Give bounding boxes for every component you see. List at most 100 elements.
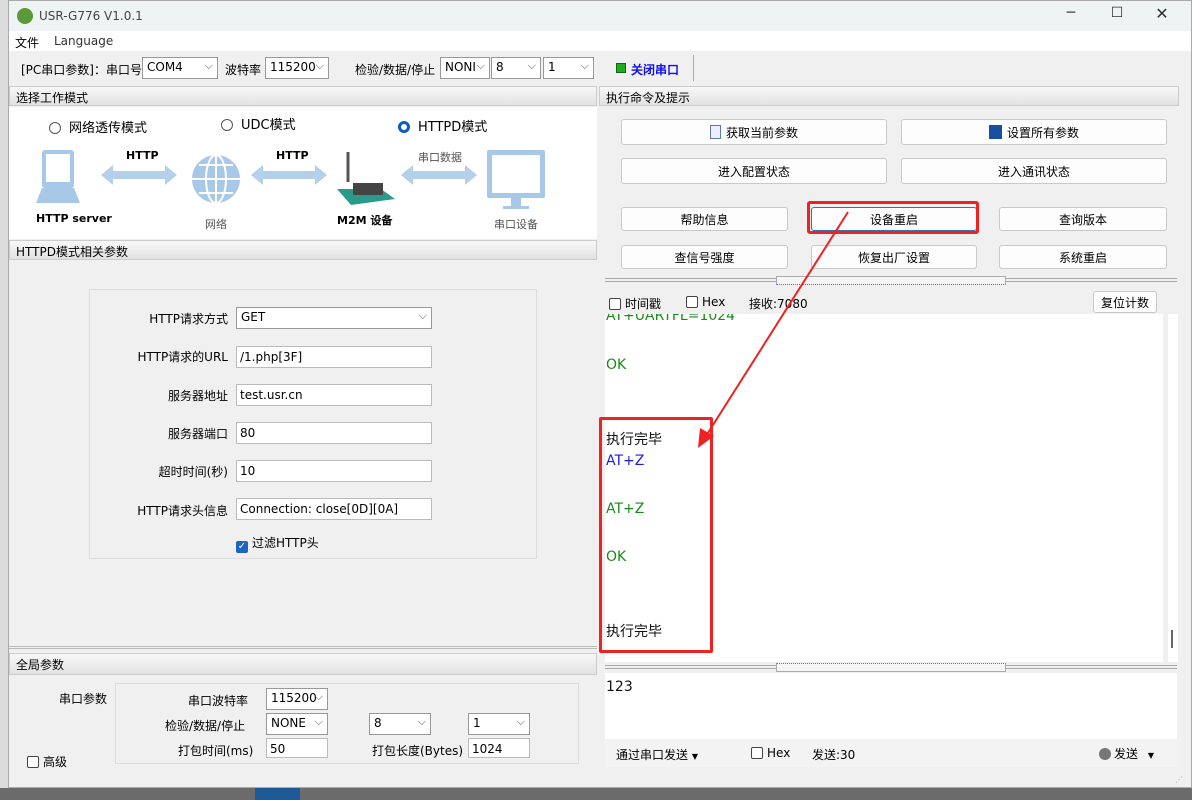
global-parity-select[interactable]: NONE (266, 713, 328, 735)
monitor-icon (487, 150, 545, 209)
global-data-bits-value: 8 (374, 716, 382, 730)
highlight-box-reboot (807, 201, 979, 234)
globe-icon (192, 154, 240, 204)
close-port-button[interactable]: 关闭串口 (631, 61, 679, 78)
log-line: AT+UARTFL=1024 (606, 314, 736, 324)
advanced-checkbox[interactable]: 高级 (27, 753, 67, 770)
timeout-value: 10 (240, 464, 256, 478)
global-data-bits-select[interactable]: 8 (369, 713, 431, 735)
button-label: 复位计数 (1100, 295, 1149, 310)
http-header-value: Connection: close[0D][0A] (240, 502, 399, 516)
http-header-input[interactable]: Connection: close[0D][0A] (236, 498, 432, 520)
menu-language[interactable]: Language (54, 34, 113, 48)
global-parity-label: 检验/数据/停止 (165, 719, 246, 733)
global-baud-value: 115200 (271, 691, 317, 705)
button-label: 设置所有参数 (1006, 125, 1079, 140)
receive-hex-checkbox[interactable]: Hex (686, 295, 725, 309)
menu-file[interactable]: 文件 (15, 34, 39, 51)
send-area[interactable]: 123 (605, 673, 1177, 739)
global-header-text: 全局参数 (16, 658, 65, 672)
get-params-button[interactable]: 获取当前参数 (621, 119, 887, 145)
hex-label: Hex (702, 295, 726, 309)
checkbox-icon (751, 747, 763, 759)
httpd-panel: HTTP请求方式 GET HTTP请求的URL /1.php[3F] 服务器地址… (89, 289, 537, 559)
method-label: HTTP请求方式 (149, 312, 228, 326)
global-stop-bits-select[interactable]: 1 (468, 713, 530, 735)
port-status-icon (616, 63, 626, 73)
pack-time-input[interactable]: 50 (266, 738, 328, 758)
diagram-label: HTTP server (36, 212, 112, 225)
toolbar: [PC串口参数]：串口号 COM4 波特率 115200 检验/数据/停止 NO… (9, 52, 1191, 82)
menu-bar: 文件 Language (9, 31, 1191, 51)
data-bits-select[interactable]: 8 (491, 57, 541, 79)
splitter-handle[interactable] (776, 663, 1006, 672)
diagram-label: 网络 (205, 218, 227, 231)
button-label: 进入通讯状态 (997, 164, 1070, 179)
advanced-label: 高级 (43, 755, 68, 769)
diagram-label: M2M 设备 (337, 214, 393, 227)
save-icon (988, 125, 1002, 139)
baud-select[interactable]: 115200 (265, 57, 329, 79)
pack-len-label: 打包长度(Bytes) (372, 744, 464, 758)
checkbox-icon (27, 756, 39, 768)
send-mode-label: 通过串口发送 (616, 748, 689, 762)
checkbox-checked-icon: ✓ (236, 541, 248, 553)
url-label: HTTP请求的URL (137, 350, 228, 364)
stop-bits-select[interactable]: 1 (543, 57, 594, 79)
maximize-button[interactable]: ☐ (1102, 5, 1132, 21)
set-params-button[interactable]: 设置所有参数 (901, 119, 1167, 145)
splitter-handle[interactable] (776, 276, 1006, 285)
port-input[interactable]: 80 (236, 422, 432, 444)
server-input[interactable]: test.usr.cn (236, 384, 432, 406)
url-input[interactable]: /1.php[3F] (236, 346, 432, 368)
url-value: /1.php[3F] (240, 350, 303, 364)
send-hex-checkbox[interactable]: Hex (751, 746, 790, 760)
enter-comm-button[interactable]: 进入通讯状态 (901, 158, 1167, 184)
dropdown-arrow-icon: ▼ (1147, 751, 1154, 760)
port-select[interactable]: COM4 (142, 57, 218, 79)
minimize-button[interactable]: ─ (1056, 5, 1086, 21)
timeout-label: 超时时间(秒) (158, 465, 228, 479)
checkbox-icon (686, 296, 698, 308)
timeout-input[interactable]: 10 (236, 460, 432, 482)
resize-grip-icon[interactable]: ⋰ (1175, 775, 1183, 784)
query-version-button[interactable]: 查询版本 (999, 207, 1167, 231)
httpd-header-text: HTTPD模式相关参数 (16, 245, 128, 259)
parity-select[interactable]: NONI (440, 57, 490, 79)
arrow-icon (101, 165, 177, 185)
pack-time-value: 50 (270, 742, 286, 756)
reset-count-button[interactable]: 复位计数 (1093, 291, 1157, 313)
data-bits-value: 8 (496, 60, 504, 74)
parity-value: NONI (445, 60, 476, 74)
send-mode-dropdown[interactable]: 通过串口发送 ▼ (616, 746, 698, 763)
help-button[interactable]: 帮助信息 (621, 207, 788, 231)
baud-value: 115200 (270, 60, 316, 74)
pack-len-input[interactable]: 1024 (468, 738, 530, 758)
log-line: OK (606, 357, 627, 373)
factory-reset-button[interactable]: 恢复出厂设置 (811, 245, 977, 269)
button-label: 帮助信息 (680, 212, 729, 227)
splitter[interactable] (9, 646, 597, 649)
signal-strength-button[interactable]: 查信号强度 (621, 245, 788, 269)
receive-scrollbar[interactable] (1168, 314, 1178, 662)
app-window: USR-G776 V1.0.1 ─ ☐ ✕ 文件 Language [PC串口参… (8, 0, 1192, 788)
filter-http-checkbox[interactable]: ✓ 过滤HTTP头 (236, 534, 319, 553)
method-select[interactable]: GET (236, 307, 432, 329)
checkbox-icon (609, 298, 621, 310)
pc-port-label: [PC串口参数]：串口号 (21, 63, 142, 77)
global-baud-select[interactable]: 115200 (266, 688, 328, 710)
button-label: 恢复出厂设置 (857, 250, 930, 265)
system-reboot-button[interactable]: 系统重启 (999, 245, 1167, 269)
title-bar: USR-G776 V1.0.1 ─ ☐ ✕ (9, 1, 1191, 31)
arrow-icon (251, 165, 327, 185)
global-baud-label: 串口波特率 (188, 694, 249, 708)
port-label: 服务器端口 (167, 427, 228, 441)
send-button[interactable]: 发送 ▼ (1099, 745, 1154, 762)
httpd-header: HTTPD模式相关参数 (9, 240, 597, 260)
global-panel: 串口波特率 115200 检验/数据/停止 NONE 8 1 打包时间(ms) … (115, 683, 579, 764)
enter-config-button[interactable]: 进入配置状态 (621, 158, 887, 184)
timestamp-checkbox[interactable]: 时间戳 (609, 295, 661, 312)
close-button[interactable]: ✕ (1147, 4, 1177, 23)
global-header: 全局参数 (9, 653, 597, 675)
server-label: 服务器地址 (167, 389, 228, 403)
